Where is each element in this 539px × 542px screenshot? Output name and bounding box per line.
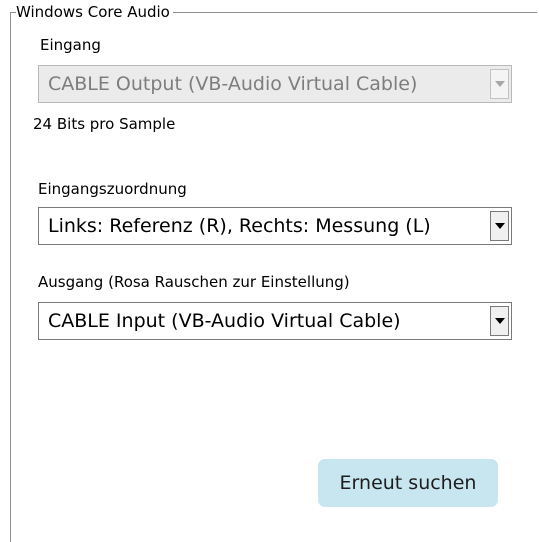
bit-depth-info: 24 Bits pro Sample [33,115,176,133]
channel-mapping-dropdown[interactable]: Links: Referenz (R), Rechts: Messung (L) [38,207,512,245]
output-label: Ausgang (Rosa Rauschen zur Einstellung) [38,273,350,291]
rescan-button[interactable]: Erneut suchen [318,459,498,507]
input-device-value: CABLE Output (VB-Audio Virtual Cable) [48,73,418,95]
group-title: Windows Core Audio [16,2,173,22]
chevron-down-icon[interactable] [490,69,509,99]
input-label: Eingang [40,36,101,54]
chevron-down-icon[interactable] [490,306,509,336]
output-device-dropdown[interactable]: CABLE Input (VB-Audio Virtual Cable) [38,302,512,340]
channel-mapping-value: Links: Referenz (R), Rechts: Messung (L) [48,215,431,237]
output-device-value: CABLE Input (VB-Audio Virtual Cable) [48,310,401,332]
input-device-dropdown[interactable]: CABLE Output (VB-Audio Virtual Cable) [38,65,512,103]
chevron-down-icon[interactable] [490,211,509,241]
channel-mapping-label: Eingangszuordnung [38,180,187,198]
